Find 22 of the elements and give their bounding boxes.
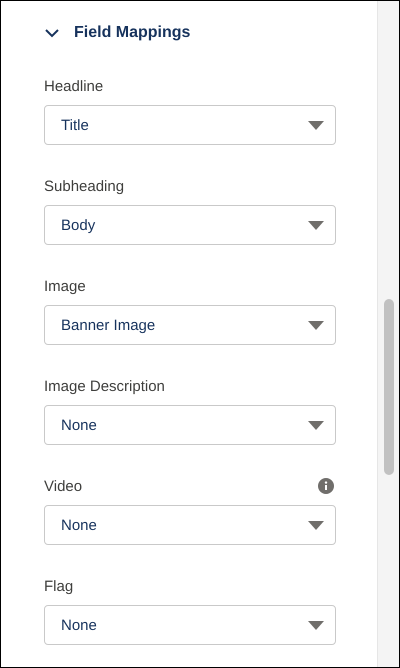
dropdown-select[interactable]: Body: [44, 205, 336, 245]
field-label: Subheading: [44, 178, 124, 194]
field-label: Image: [44, 278, 86, 294]
section-header[interactable]: Field Mappings: [44, 24, 190, 42]
scrollbar-thumb[interactable]: [384, 299, 394, 475]
dropdown-select[interactable]: None: [44, 505, 336, 545]
field-label: Video: [44, 478, 82, 494]
caret-icon: [308, 120, 324, 130]
caret-icon: [308, 320, 324, 330]
field-label: Image Description: [44, 378, 165, 394]
caret-icon: [308, 620, 324, 630]
field-label: Flag: [44, 578, 74, 594]
caret-icon: [308, 420, 324, 430]
caret-icon: [308, 220, 324, 230]
chevron-icon: [44, 28, 60, 38]
field-label: Headline: [44, 78, 104, 94]
dropdown-select[interactable]: None: [44, 605, 336, 645]
dropdown-select[interactable]: Title: [44, 105, 336, 145]
caret-icon: [308, 520, 324, 530]
dropdown-select[interactable]: Banner Image: [44, 305, 336, 345]
dropdown-select[interactable]: None: [44, 405, 336, 445]
info-icon[interactable]: [318, 478, 334, 494]
